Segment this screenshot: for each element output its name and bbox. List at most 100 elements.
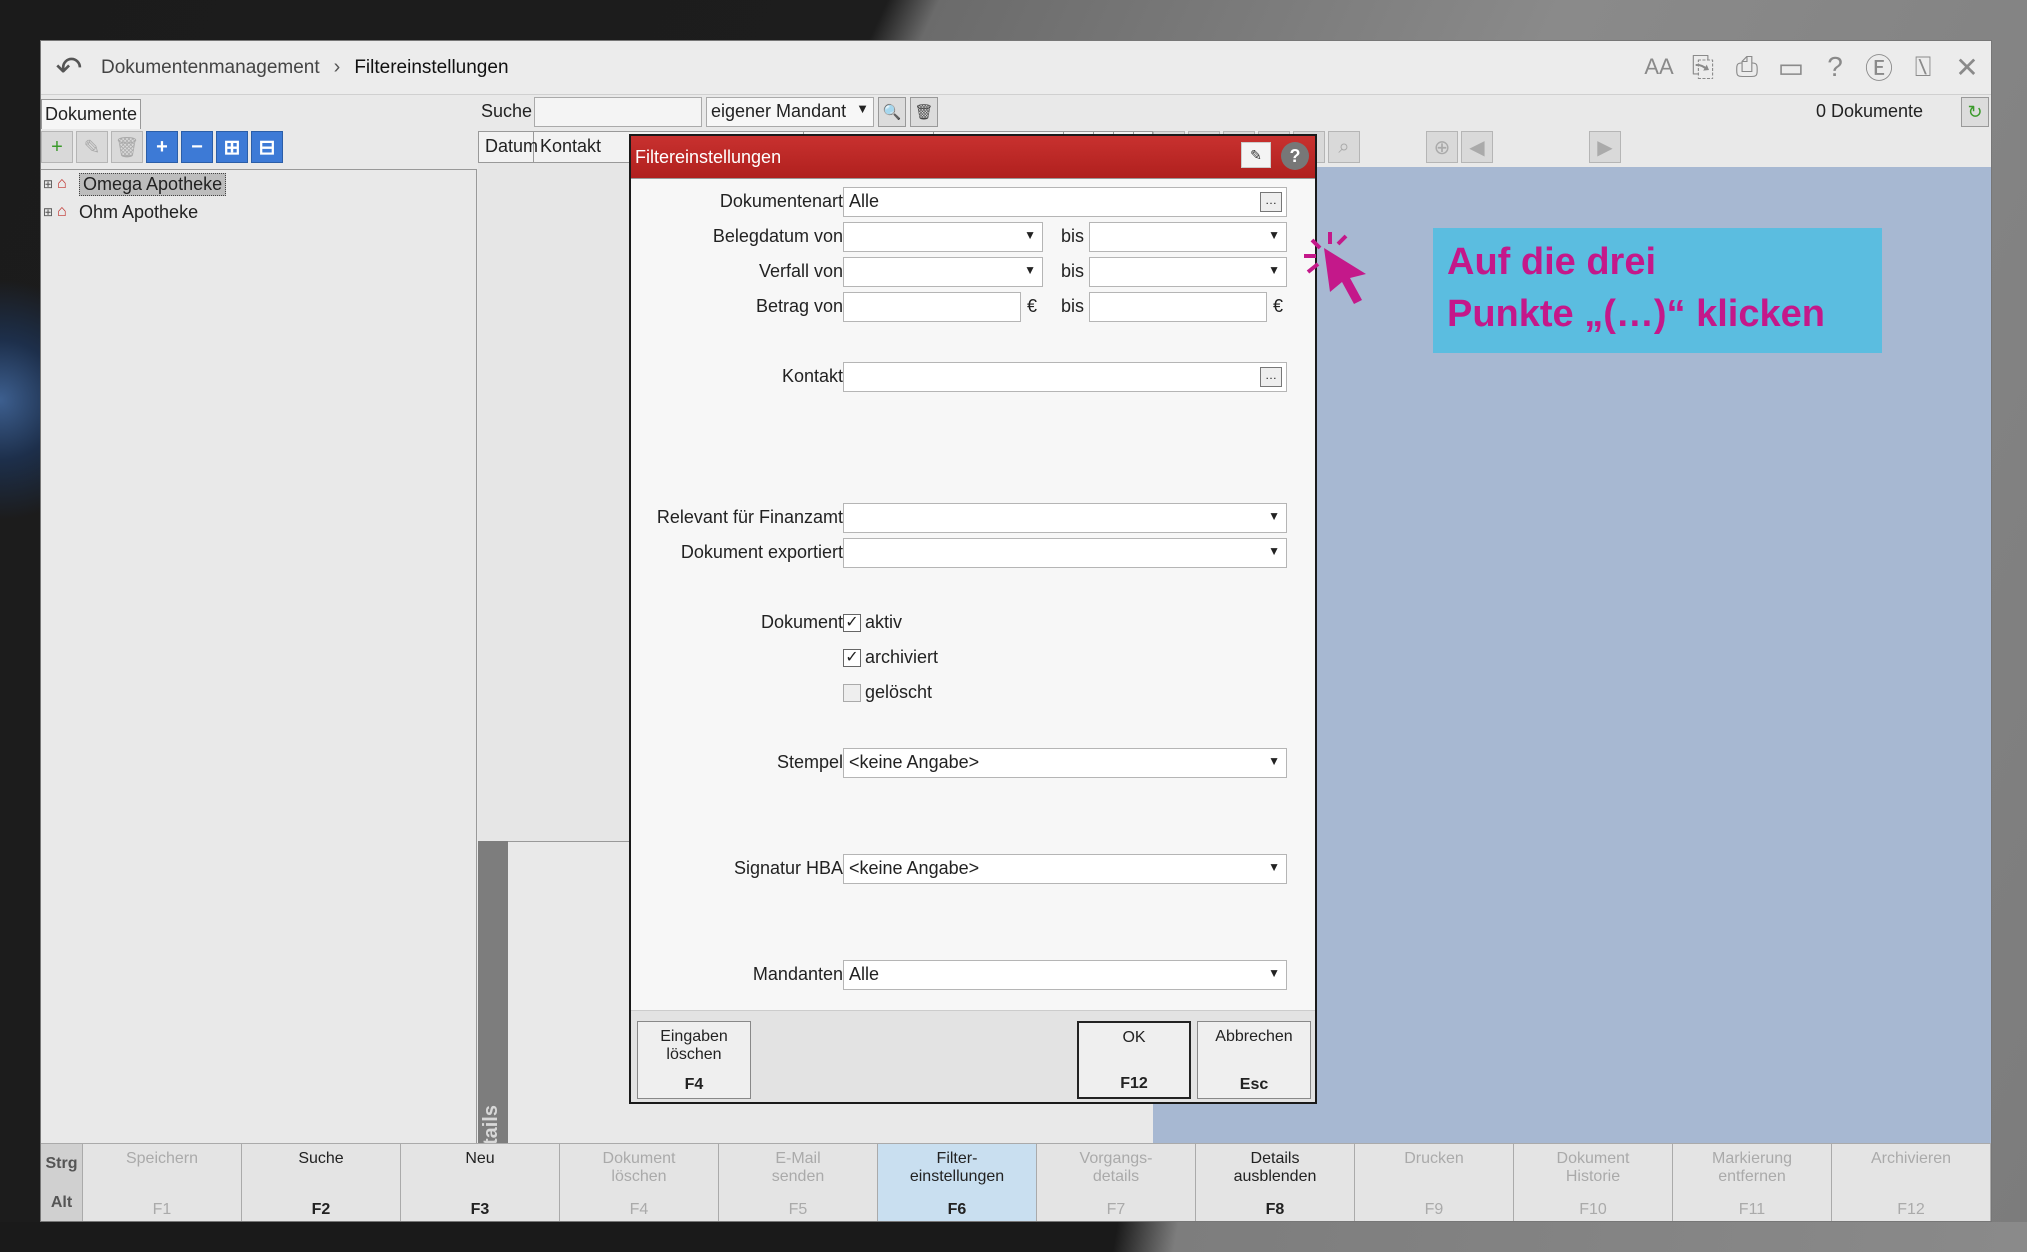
verfall-from-field[interactable]: ▼ [843, 257, 1043, 287]
checkbox-geloescht[interactable]: gelöscht [843, 682, 932, 703]
belegdatum-to-field[interactable]: ▼ [1089, 222, 1287, 252]
clear-search-button[interactable]: 🗑 [910, 97, 938, 127]
fkey-details-ausblenden[interactable]: Details ausblenden F8 [1196, 1144, 1355, 1221]
delete-icon[interactable]: 🗑 [111, 131, 143, 163]
modifier-keys[interactable]: Strg Alt [41, 1144, 83, 1221]
help-icon[interactable]: ? [1819, 47, 1851, 87]
title-icon-bar: AA ⎘ ⎙ ▭ ? Ⓔ ⍂ ✕ [1643, 47, 1983, 87]
instruction-callout: Auf die drei Punkte „(…)“ klicken [1433, 228, 1882, 353]
fkey-suche[interactable]: Suche F2 [242, 1144, 401, 1221]
finanzamt-select[interactable]: ▼ [843, 503, 1287, 533]
fkey-label: Dokument [602, 1150, 676, 1167]
fkey-label: Archivieren [1870, 1150, 1952, 1167]
fkey-drucken[interactable]: Drucken F9 [1355, 1144, 1514, 1221]
fkey-filtereinstellungen[interactable]: Filter-einstellungen F6 [878, 1144, 1037, 1221]
fkey-archivieren[interactable]: Archivieren F12 [1832, 1144, 1991, 1221]
signatur-select[interactable]: <keine Angabe> ▼ [843, 854, 1287, 884]
tree-item[interactable]: ⊞ ⌂ Ohm Apotheke [41, 198, 476, 226]
close-icon[interactable]: ✕ [1951, 47, 1983, 87]
expand-toggle-icon[interactable]: ⊞ [43, 177, 57, 191]
fkey-email-senden[interactable]: E-Mail senden F5 [719, 1144, 878, 1221]
search-input[interactable] [534, 97, 702, 127]
fkey-vorgangsdetails[interactable]: Vorgangs-details F7 [1037, 1144, 1196, 1221]
help-icon[interactable]: ? [1281, 142, 1309, 170]
fkey-label-2: ausblenden [1233, 1168, 1317, 1185]
clear-inputs-button[interactable]: Eingaben löschen F4 [637, 1021, 751, 1099]
dialog-body: Dokumentenart Alle … Belegdatum von ▼ bi… [631, 178, 1315, 1010]
tree-item[interactable]: ⊞ ⌂ Omega Apotheke [41, 170, 476, 198]
column-header-datum[interactable]: Datum [479, 132, 538, 162]
verfall-label: Verfall von [758, 261, 843, 281]
checkbox-archiviert[interactable]: ✓ archiviert [843, 647, 938, 668]
font-size-icon[interactable]: AA [1643, 47, 1675, 87]
collapse-all-icon[interactable]: ⊟ [251, 131, 283, 163]
cancel-key: Esc [1239, 1076, 1269, 1093]
chevron-down-icon: ▼ [1268, 754, 1280, 768]
copy-icon[interactable]: ⎘ [1687, 47, 1719, 87]
expand-toggle-icon[interactable]: ⊞ [43, 205, 57, 219]
fkey-label: Dokument [1556, 1150, 1630, 1167]
fkey-neu[interactable]: Neu F3 [401, 1144, 560, 1221]
dialog-icons: ✎ ? [1241, 142, 1309, 170]
betrag-label: Betrag von [755, 296, 843, 316]
fkey-speichern[interactable]: Speichern F1 [83, 1144, 242, 1221]
print-icon[interactable]: ⎙ [1731, 47, 1763, 87]
bis-label: bis [1061, 226, 1085, 246]
fkey-label: Markierung [1711, 1150, 1793, 1167]
chevron-down-icon: ▼ [1024, 263, 1036, 277]
back-arrow-icon[interactable]: ↶ [47, 46, 91, 90]
betrag-from-field[interactable] [843, 292, 1021, 322]
note-icon[interactable]: ✎ [1241, 142, 1271, 168]
ok-button[interactable]: OK F12 [1077, 1021, 1191, 1099]
checkbox-aktiv[interactable]: ✓ aktiv [843, 612, 902, 633]
fkey-label-2: details [1092, 1168, 1140, 1185]
mandant-select[interactable]: eigener Mandant ▼ [706, 97, 874, 127]
belegdatum-label: Belegdatum von [712, 226, 843, 246]
left-toolbar: + ✎ 🗑 + − ⊞ ⊟ [41, 131, 481, 167]
export-icon[interactable]: ⍂ [1907, 47, 1939, 87]
verfall-to-field[interactable]: ▼ [1089, 257, 1287, 287]
kontakt-more-button[interactable]: … [1260, 367, 1282, 387]
belegdatum-from-field[interactable]: ▼ [843, 222, 1043, 252]
next-page-icon[interactable]: ▶ [1589, 131, 1621, 163]
finanzamt-label: Relevant für Finanzamt [656, 507, 843, 527]
fkey-dokument-loeschen[interactable]: Dokument löschen F4 [560, 1144, 719, 1221]
search-button[interactable]: 🔍 [878, 97, 906, 127]
kontakt-field[interactable]: … [843, 362, 1287, 392]
monitor-icon[interactable]: ▭ [1775, 47, 1807, 87]
clear-inputs-label-1: Eingaben [660, 1028, 728, 1045]
callout-line-2: Punkte „(…)“ klicken [1447, 293, 1825, 335]
mandant-select-value: eigener Mandant [711, 101, 847, 121]
zoom-icon[interactable]: ⊕ [1426, 131, 1458, 163]
chevron-down-icon: ▼ [1268, 228, 1280, 242]
stempel-select[interactable]: <keine Angabe> ▼ [843, 748, 1287, 778]
search-page-icon[interactable]: ⌕ [1328, 131, 1360, 163]
add-icon[interactable]: + [41, 131, 73, 163]
e-icon[interactable]: Ⓔ [1863, 47, 1895, 87]
collapse-icon[interactable]: − [181, 131, 213, 163]
betrag-to-field[interactable] [1089, 292, 1267, 322]
fkey-label: Filter- [936, 1150, 978, 1167]
fkey-label: Drucken [1404, 1150, 1464, 1167]
dokumentenart-field[interactable]: Alle … [843, 187, 1287, 217]
edit-icon[interactable]: ✎ [76, 131, 108, 163]
callout-line-1: Auf die drei [1447, 241, 1657, 283]
tree-item-label: Ohm Apotheke [79, 201, 199, 222]
fkey-label-2: entfernen [1718, 1168, 1786, 1185]
fkey-markierung-entfernen[interactable]: Markierung entfernen F11 [1673, 1144, 1832, 1221]
chevron-down-icon: ▼ [1268, 860, 1280, 874]
fkey-dokument-historie[interactable]: Dokument Historie F10 [1514, 1144, 1673, 1221]
previous-page-icon[interactable]: ◀ [1461, 131, 1493, 163]
cancel-button[interactable]: Abbrechen Esc [1197, 1021, 1311, 1099]
exportiert-select[interactable]: ▼ [843, 538, 1287, 568]
fkey-label: Suche [298, 1150, 344, 1167]
dokumentenart-more-button[interactable]: … [1260, 192, 1282, 212]
refresh-icon[interactable]: ↻ [1961, 97, 1989, 127]
breadcrumb-section[interactable]: Dokumentenmanagement [101, 57, 320, 79]
mandant-tree: ⊞ ⌂ Omega Apotheke ⊞ ⌂ Ohm Apotheke [41, 169, 477, 1181]
expand-icon[interactable]: + [146, 131, 178, 163]
expand-all-icon[interactable]: ⊞ [216, 131, 248, 163]
mandanten-select[interactable]: Alle ▼ [843, 960, 1287, 990]
tab-dokumente[interactable]: Dokumente [41, 99, 141, 129]
details-toggle[interactable]: Details [478, 841, 508, 1181]
